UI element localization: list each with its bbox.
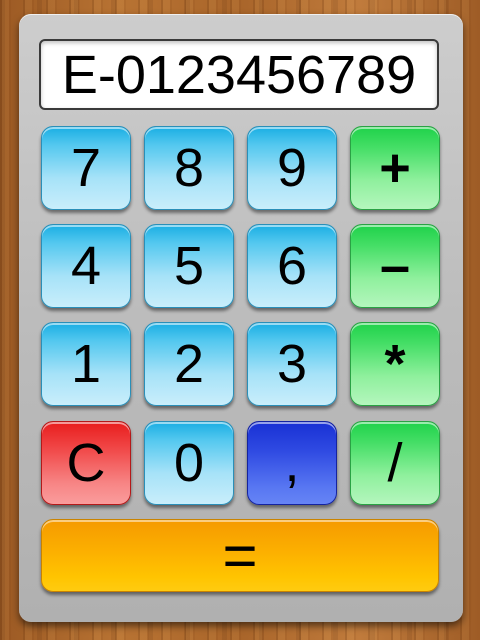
clear-button-label: C — [66, 433, 106, 493]
plus-button[interactable]: + — [350, 126, 440, 210]
equals-button-label: = — [222, 521, 258, 589]
key-5[interactable]: 5 — [144, 224, 234, 308]
key-0[interactable]: 0 — [144, 421, 234, 505]
key-3[interactable]: 3 — [247, 322, 337, 406]
key-8-label: 8 — [173, 138, 205, 198]
key-7-label: 7 — [70, 138, 102, 198]
plus-button-label: + — [379, 138, 411, 198]
key-9-label: 9 — [276, 138, 308, 198]
equals-button[interactable]: = — [41, 519, 439, 592]
key-1[interactable]: 1 — [41, 322, 131, 406]
key-6-label: 6 — [276, 236, 308, 296]
key-6[interactable]: 6 — [247, 224, 337, 308]
divide-button[interactable]: / — [350, 421, 440, 505]
key-7[interactable]: 7 — [41, 126, 131, 210]
key-0-label: 0 — [173, 433, 205, 493]
calculator-display: E-0123456789 — [39, 39, 439, 110]
key-2-label: 2 — [173, 334, 205, 394]
key-2[interactable]: 2 — [144, 322, 234, 406]
key-1-label: 1 — [70, 334, 102, 394]
calculator-body: E-0123456789 7 8 9 + 4 5 6 – 1 2 3 * C 0 — [19, 14, 463, 622]
display-readout: E-0123456789 — [61, 44, 417, 105]
key-4[interactable]: 4 — [41, 224, 131, 308]
key-5-label: 5 — [173, 236, 205, 296]
clear-button[interactable]: C — [41, 421, 131, 505]
multiply-button[interactable]: * — [350, 322, 440, 406]
minus-button[interactable]: – — [350, 224, 440, 308]
divide-button-label: / — [387, 433, 403, 493]
key-9[interactable]: 9 — [247, 126, 337, 210]
key-3-label: 3 — [276, 334, 308, 394]
comma-button[interactable]: , — [247, 421, 337, 505]
key-4-label: 4 — [70, 236, 102, 296]
key-8[interactable]: 8 — [144, 126, 234, 210]
multiply-button-label: * — [384, 334, 406, 394]
minus-button-label: – — [379, 236, 411, 296]
comma-button-label: , — [284, 433, 300, 493]
